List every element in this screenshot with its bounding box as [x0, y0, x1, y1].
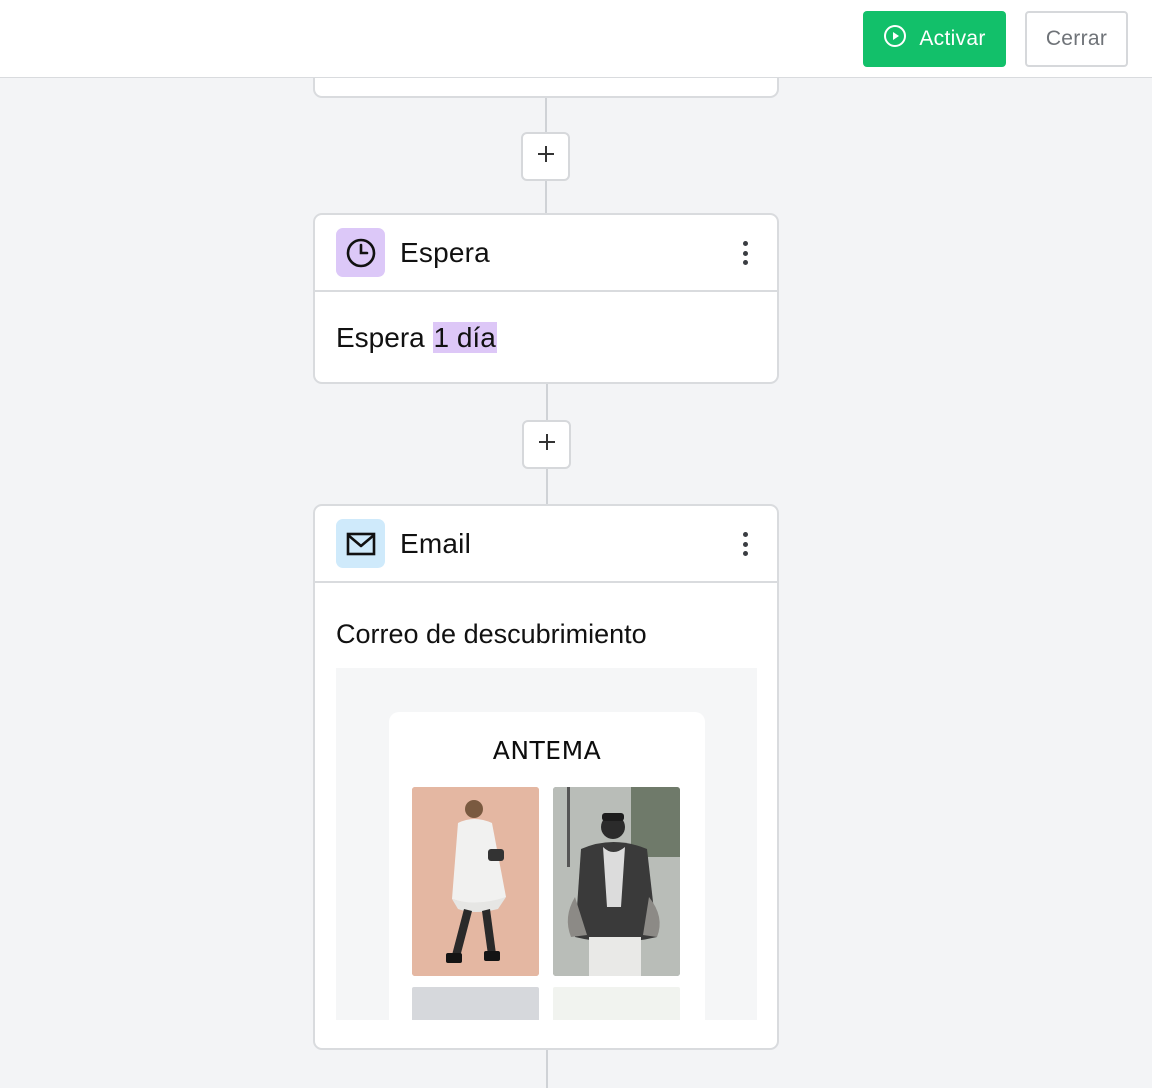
close-button[interactable]: Cerrar [1025, 11, 1128, 67]
email-preview[interactable]: ANTEMA [336, 668, 757, 1020]
add-step-button[interactable] [521, 132, 570, 181]
plus-icon [537, 432, 557, 457]
more-options-icon[interactable] [735, 239, 755, 267]
envelope-icon [336, 519, 385, 568]
activate-label: Activar [919, 27, 986, 50]
top-toolbar: Activar Cerrar [0, 0, 1152, 78]
product-image-placeholder [553, 987, 680, 1020]
wait-duration[interactable]: 1 día [432, 322, 497, 353]
email-step-card[interactable]: Email Correo de descubrimiento ANTEMA [313, 504, 779, 1050]
close-label: Cerrar [1045, 27, 1108, 50]
product-image [553, 787, 680, 976]
activate-button[interactable]: Activar [863, 11, 1006, 67]
clock-icon [336, 228, 385, 277]
more-options-icon[interactable] [735, 530, 755, 558]
wait-step-header: Espera [315, 215, 777, 292]
email-subject: Correo de descubrimiento [336, 619, 647, 649]
play-circle-icon [883, 24, 907, 54]
email-step-body: Correo de descubrimiento ANTEMA [315, 583, 777, 1020]
flow-connector [546, 1050, 548, 1088]
email-preview-content: ANTEMA [389, 712, 705, 1020]
add-step-button[interactable] [522, 420, 571, 469]
wait-step-title: Espera [400, 236, 490, 268]
wait-step-body: Espera 1 día [315, 292, 777, 382]
brand-logo: ANTEMA [492, 736, 602, 765]
email-step-title: Email [400, 527, 472, 559]
plus-icon [536, 144, 556, 169]
email-step-header: Email [315, 506, 777, 583]
product-image-placeholder [412, 987, 539, 1020]
wait-text: Espera [336, 322, 425, 353]
wait-step-card[interactable]: Espera Espera 1 día [313, 213, 779, 384]
product-image [412, 787, 539, 976]
